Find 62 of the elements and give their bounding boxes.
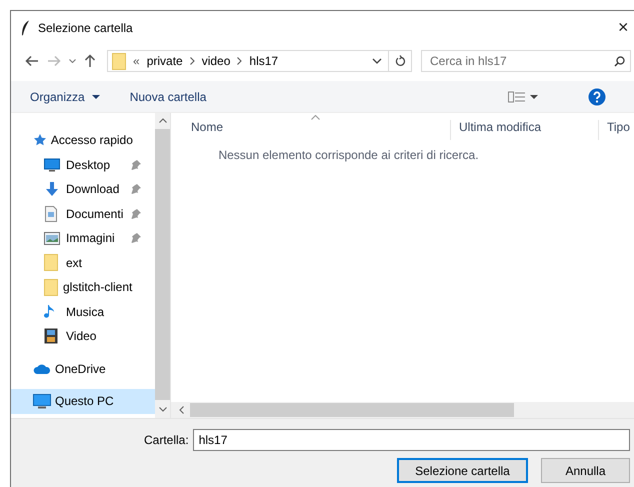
nav-item[interactable]: Musica — [11, 300, 155, 324]
search-field[interactable]: Cerca in hls17 — [421, 50, 631, 72]
horizontal-scrollbar[interactable] — [171, 402, 634, 418]
scroll-up-icon[interactable] — [158, 118, 166, 122]
picture-icon — [44, 232, 60, 245]
monitor-icon — [44, 158, 60, 172]
scroll-down-icon[interactable] — [158, 406, 166, 412]
folder-icon — [44, 278, 58, 296]
scrollbar-thumb[interactable] — [190, 403, 514, 417]
nav-item[interactable]: Accesso rapido — [11, 128, 155, 152]
nav-item[interactable]: Video — [11, 324, 155, 348]
dropdown-chevron-icon[interactable] — [372, 58, 382, 64]
down-arrow-icon — [44, 181, 60, 198]
pin-icon — [131, 233, 141, 244]
pin-icon — [131, 208, 141, 219]
nav-item[interactable]: Documenti — [11, 202, 155, 226]
cloud-icon — [33, 362, 51, 375]
film-icon — [44, 328, 58, 344]
pin-icon — [131, 184, 141, 194]
view-options-icon[interactable] — [508, 90, 538, 102]
chevron-down-icon[interactable] — [68, 59, 76, 63]
search-icon — [614, 56, 625, 66]
up-arrow-icon[interactable] — [84, 54, 96, 68]
column-header[interactable]: Nome — [171, 120, 451, 140]
scroll-left-icon[interactable] — [179, 406, 184, 414]
close-button[interactable]: × — [618, 17, 632, 38]
new-folder-button[interactable]: Nuova cartella — [130, 90, 206, 104]
select-folder-button[interactable]: Selezione cartella — [397, 458, 528, 483]
nav-item[interactable]: OneDrive — [11, 356, 155, 381]
chevron-right-icon[interactable] — [190, 57, 195, 65]
music-note-icon — [44, 304, 56, 320]
caret-icon — [92, 94, 100, 98]
folder-name-field[interactable]: hls17 — [192, 429, 630, 451]
chevron-right-icon[interactable] — [237, 57, 242, 65]
breadcrumb-item[interactable]: video — [202, 54, 230, 68]
breadcrumb-item[interactable]: private — [146, 54, 183, 68]
back-arrow-icon[interactable] — [25, 55, 39, 67]
breadcrumb-item[interactable]: hls17 — [249, 54, 278, 68]
address-bar[interactable]: « private video hls17 — [107, 50, 412, 72]
nav-item[interactable]: Questo PC — [11, 389, 155, 414]
empty-message: Nessun elemento corrisponde ai criteri di ricerca. — [217, 147, 480, 164]
pin-icon — [131, 160, 141, 170]
folder-icon — [112, 52, 126, 70]
window-title: Selezione cartella — [38, 20, 134, 34]
nav-item[interactable]: ext — [11, 250, 155, 275]
refresh-icon[interactable] — [394, 55, 406, 67]
nav-item[interactable]: glstitch-client — [11, 275, 155, 300]
folder-icon — [44, 254, 58, 272]
feather-icon — [21, 20, 30, 36]
nav-item[interactable]: Download — [11, 177, 155, 202]
column-header[interactable]: Ultima modifica — [451, 120, 599, 140]
nav-item[interactable]: Immagini — [11, 226, 155, 250]
document-icon — [44, 206, 58, 222]
star-icon — [33, 133, 47, 148]
help-icon[interactable] — [588, 88, 606, 106]
organize-menu[interactable]: Organizza — [30, 90, 100, 104]
computer-icon — [33, 394, 51, 409]
column-header[interactable]: Tipo — [599, 120, 634, 140]
nav-item[interactable]: Desktop — [11, 152, 155, 177]
overflow-chevron[interactable]: « — [133, 54, 140, 68]
folder-label: Cartella: — [144, 433, 189, 447]
cancel-button[interactable]: Annulla — [541, 458, 630, 483]
